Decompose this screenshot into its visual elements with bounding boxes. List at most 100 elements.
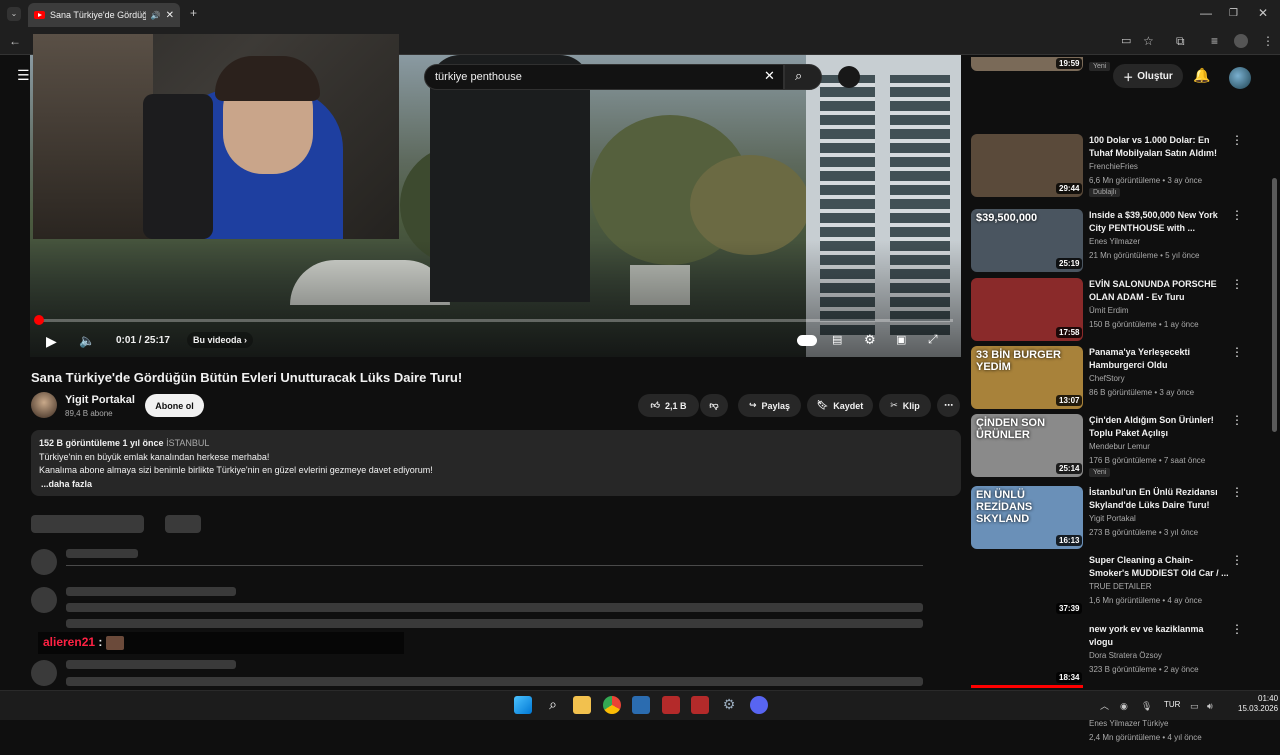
- share-button[interactable]: ↪ Paylaş: [738, 394, 801, 417]
- discord-icon[interactable]: [750, 696, 768, 714]
- clock[interactable]: 01:40 15.03.2026: [1238, 694, 1278, 714]
- media-control-icon[interactable]: ≡: [1211, 35, 1218, 47]
- speaker-icon[interactable]: 🔊: [151, 11, 161, 20]
- show-more-link[interactable]: ...daha fazla: [39, 478, 953, 492]
- recommended-channel[interactable]: Ümit Erdim: [1089, 306, 1129, 315]
- tray-mic-icon[interactable]: 🎙︎: [1141, 700, 1152, 712]
- cast-icon[interactable]: ▭: [1121, 35, 1131, 47]
- more-options-icon[interactable]: ⋮: [1231, 134, 1243, 146]
- more-options-icon[interactable]: ⋮: [1231, 346, 1243, 358]
- video-duration: 13:07: [1056, 395, 1083, 406]
- recommended-channel[interactable]: Dora Stratera Özsoy: [1089, 651, 1162, 660]
- search-input[interactable]: türkiye penthouse: [424, 64, 784, 90]
- app-icon[interactable]: [691, 696, 709, 714]
- chapter-button[interactable]: Bu videoda ›: [187, 332, 254, 348]
- bookmark-star-icon[interactable]: ☆: [1143, 35, 1154, 47]
- recommended-meta: 150 B görüntüleme • 1 ay önce: [1089, 320, 1199, 329]
- recommended-channel[interactable]: Enes Yilmazer: [1089, 237, 1140, 246]
- browser-tab[interactable]: Sana Türkiye'de Gördüğün 🔊 ✕: [28, 3, 180, 27]
- recommended-title[interactable]: EVİN SALONUNDA PORSCHE OLAN ADAM - Ev Tu…: [1089, 278, 1229, 304]
- minimize-icon[interactable]: —: [1200, 7, 1212, 19]
- tray-volume-icon[interactable]: 🔊︎: [1207, 700, 1213, 712]
- progress-scrubber-handle[interactable]: [34, 315, 44, 325]
- new-tab-button[interactable]: +: [190, 7, 197, 19]
- chrome-icon[interactable]: [603, 696, 621, 714]
- recommended-meta: 6,6 Mn görüntüleme • 3 ay önce: [1089, 176, 1203, 185]
- miniplayer-icon[interactable]: ▣: [896, 333, 906, 346]
- hamburger-menu-icon[interactable]: ☰: [17, 68, 30, 82]
- recommended-title[interactable]: Super Cleaning a Chain-Smoker's MUDDIEST…: [1089, 554, 1229, 580]
- more-options-icon[interactable]: ⋮: [1231, 414, 1243, 426]
- recommended-video[interactable]: $39,500,000 25:19 Inside a $39,500,000 New…: [971, 209, 1271, 273]
- input-language[interactable]: TUR: [1164, 700, 1180, 709]
- more-options-icon[interactable]: ⋮: [1231, 209, 1243, 221]
- recommended-title[interactable]: İstanbul'un En Ünlü Rezidansı Skyland'de…: [1089, 486, 1229, 512]
- channel-avatar[interactable]: [31, 392, 57, 418]
- menu-kebab-icon[interactable]: ⋮: [1262, 35, 1274, 47]
- channel-name[interactable]: Yigit Portakal: [65, 394, 135, 406]
- file-explorer-icon[interactable]: [573, 696, 591, 714]
- recommended-title[interactable]: Çin'den Aldığım Son Ürünler! Toplu Paket…: [1089, 414, 1229, 440]
- scrollbar[interactable]: [1272, 178, 1277, 432]
- thumbnail-caption: 33 BİN BURGER YEDİM: [976, 349, 1061, 373]
- tab-search-icon[interactable]: ⌄: [7, 7, 21, 21]
- subscriber-count: 89,4 B abone: [65, 409, 113, 418]
- recommended-title[interactable]: Inside a $39,500,000 New York City PENTH…: [1089, 209, 1229, 235]
- more-options-icon[interactable]: ⋮: [1231, 623, 1243, 635]
- recommended-video[interactable]: 17:58 EVİN SALONUNDA PORSCHE OLAN ADAM - …: [971, 278, 1271, 342]
- more-options-icon[interactable]: ⋮: [1231, 278, 1243, 290]
- recommended-channel[interactable]: FrenchieFries: [1089, 162, 1138, 171]
- settings-gear-icon[interactable]: ⚙: [864, 332, 876, 348]
- recommended-video[interactable]: 33 BİN BURGER YEDİM 13:07 Panama'ya Yerleş…: [971, 346, 1271, 410]
- more-options-icon[interactable]: ⋮: [1231, 486, 1243, 498]
- recommended-video[interactable]: 18:34 new york ev ve kaziklanma vlogu Dora…: [971, 623, 1271, 688]
- recommended-video[interactable]: 29:44 100 Dolar vs 1.000 Dolar: En Tuhaf …: [971, 134, 1271, 198]
- more-actions-button[interactable]: ⋯: [937, 394, 960, 417]
- tray-display-icon[interactable]: ▭: [1190, 700, 1199, 712]
- search-button[interactable]: [784, 64, 822, 90]
- recommended-video[interactable]: 37:39 Super Cleaning a Chain-Smoker's MUD…: [971, 554, 1271, 618]
- volume-icon[interactable]: 🔈: [79, 333, 95, 349]
- extensions-icon[interactable]: ⧉: [1176, 35, 1185, 47]
- tray-chevron-icon[interactable]: ︿: [1100, 700, 1109, 712]
- start-menu-icon[interactable]: [514, 696, 532, 714]
- voice-search-mic-icon[interactable]: [838, 66, 860, 88]
- play-icon[interactable]: ▶: [46, 333, 57, 350]
- skeleton-placeholder: [66, 587, 236, 596]
- restore-icon[interactable]: ❐: [1229, 8, 1238, 20]
- recommended-video[interactable]: 19:59 Yeni: [971, 57, 1271, 121]
- description-box[interactable]: 152 B görüntüleme 1 yıl önce İSTANBUL Tü…: [31, 430, 961, 496]
- location-tag[interactable]: İSTANBUL: [166, 438, 209, 448]
- tray-discord-icon[interactable]: ◉: [1120, 700, 1128, 712]
- photos-icon[interactable]: [632, 696, 650, 714]
- recommended-title[interactable]: Panama'ya Yerleşecekti Hamburgerci Oldu: [1089, 346, 1229, 372]
- clear-search-icon[interactable]: ✕: [764, 68, 775, 84]
- recommended-channel[interactable]: ChefStory: [1089, 374, 1125, 383]
- like-button[interactable]: 👍︎ 2,1 B: [638, 394, 699, 417]
- progress-bar[interactable]: [38, 319, 953, 322]
- dislike-button[interactable]: 👎︎: [700, 394, 728, 417]
- subtitles-icon[interactable]: ▤: [832, 333, 842, 346]
- more-options-icon[interactable]: ⋮: [1231, 554, 1243, 566]
- recommended-video[interactable]: EN ÜNLÜ REZİDANS SKYLAND 16:13 İstanbul'un…: [971, 486, 1271, 550]
- save-button[interactable]: 🔖︎ Kaydet: [807, 394, 873, 417]
- recommended-video[interactable]: ÇİNDEN SON ÜRÜNLER 25:14 Çin'den Aldığım S…: [971, 414, 1271, 478]
- video-duration: 37:39: [1056, 603, 1083, 614]
- subscribe-button[interactable]: Abone ol: [145, 394, 204, 417]
- clip-button[interactable]: ✂ Klip: [879, 394, 931, 417]
- app-icon[interactable]: [662, 696, 680, 714]
- back-icon[interactable]: ←: [9, 35, 21, 47]
- recommended-channel[interactable]: Yigit Portakal: [1089, 514, 1136, 523]
- recommended-title[interactable]: 100 Dolar vs 1.000 Dolar: En Tuhaf Mobil…: [1089, 134, 1229, 160]
- taskbar-search-icon[interactable]: ⌕: [544, 696, 562, 714]
- recommended-channel[interactable]: TRUE DETAILER: [1089, 582, 1152, 591]
- recommended-channel[interactable]: Enes Yilmazer Türkiye: [1089, 719, 1168, 728]
- recommended-channel[interactable]: Mendebur Lemur: [1089, 442, 1150, 451]
- fullscreen-icon[interactable]: ⤢: [928, 332, 938, 347]
- recommended-title[interactable]: new york ev ve kaziklanma vlogu: [1089, 623, 1229, 649]
- close-window-icon[interactable]: ✕: [1258, 7, 1268, 19]
- autoplay-toggle[interactable]: [797, 335, 817, 346]
- settings-icon[interactable]: ⚙: [720, 696, 738, 714]
- profile-avatar[interactable]: [1234, 34, 1248, 48]
- tab-close-icon[interactable]: ✕: [166, 10, 174, 21]
